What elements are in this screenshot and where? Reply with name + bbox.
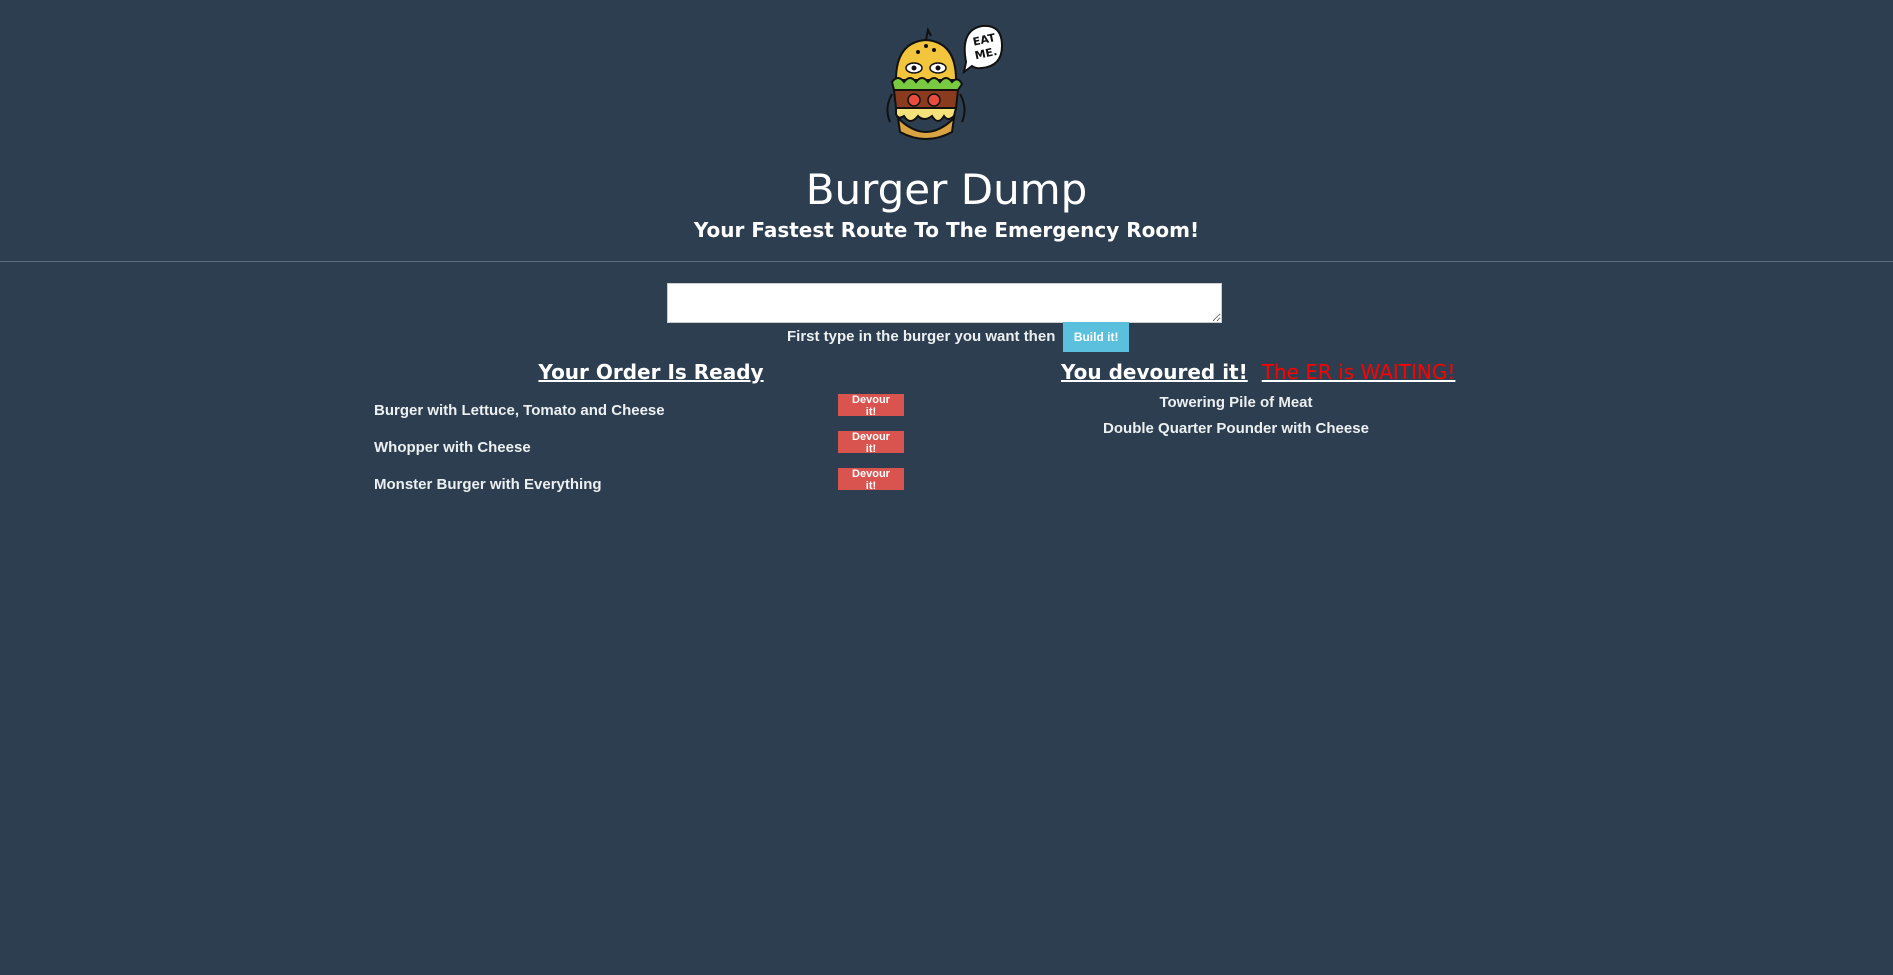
devour-button[interactable]: Devour it! [838,394,904,418]
list-item: Monster Burger with Everything Devour it… [374,468,904,505]
er-warning: The ER is WAITING! [1261,360,1456,384]
build-button[interactable]: Build it! [1062,322,1130,352]
order-list: Burger with Lettuce, Tomato and Cheese D… [374,394,904,505]
devour-button[interactable]: Devour it! [838,468,904,492]
page-title: Burger Dump [805,165,1088,214]
burger-name-input[interactable] [667,283,1222,323]
build-hint: First type in the burger you want then [787,328,1056,345]
order-name: Whopper with Cheese [374,439,531,456]
devoured-heading: You devoured it! The ER is WAITING! [1061,358,1455,386]
devoured-heading-text: You devoured it! [1061,360,1248,384]
burger-form [667,283,1222,323]
burger-monster-logo: EAT ME. [886,24,1004,140]
order-name: Monster Burger with Everything [374,476,602,493]
devour-button[interactable]: Devour it! [838,431,904,455]
page-header: EAT ME. Burger Dump Your Fastest Route T… [0,0,1893,261]
list-item: Burger with Lettuce, Tomato and Cheese D… [374,394,904,431]
devoured-list: Towering Pile of Meat Double Quarter Pou… [1061,390,1411,442]
page-subtitle: Your Fastest Route To The Emergency Room… [693,218,1200,242]
order-name: Burger with Lettuce, Tomato and Cheese [374,402,665,419]
order-ready-heading: Your Order Is Ready [538,360,764,384]
list-item: Double Quarter Pounder with Cheese [1103,420,1369,437]
list-item: Whopper with Cheese Devour it! [374,431,904,468]
build-row: First type in the burger you want then B… [787,322,1130,352]
header-divider [0,261,1893,262]
list-item: Towering Pile of Meat [1159,394,1313,411]
